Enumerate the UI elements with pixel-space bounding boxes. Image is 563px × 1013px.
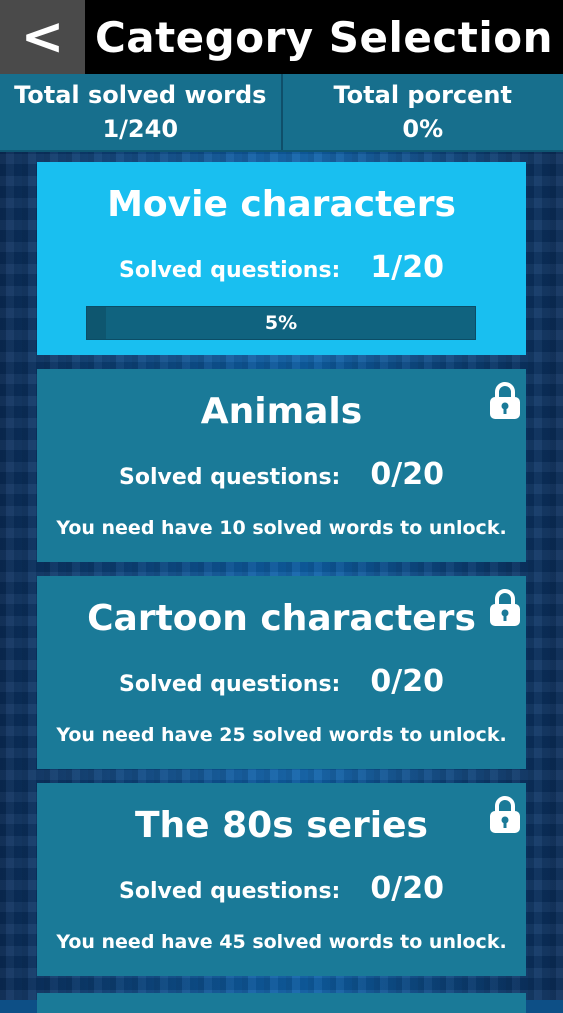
top-bar: < Category Selection bbox=[0, 0, 563, 74]
solved-value: 0/20 bbox=[370, 664, 444, 699]
total-percent-label: Total porcent bbox=[334, 78, 513, 112]
category-card-80s-series[interactable]: The 80s series Solved questions: 0/20 Yo… bbox=[37, 783, 526, 976]
category-card-movie-characters[interactable]: Movie characters Solved questions: 1/20 … bbox=[37, 162, 526, 355]
category-card-animals[interactable]: Animals Solved questions: 0/20 You need … bbox=[37, 369, 526, 562]
solved-row: Solved questions: 0/20 bbox=[37, 871, 526, 906]
progress-bar: 5% bbox=[86, 306, 476, 340]
total-solved-words: Total solved words 1/240 bbox=[0, 74, 281, 150]
solved-label: Solved questions: bbox=[119, 672, 340, 697]
category-card-cartoon-characters[interactable]: Cartoon characters Solved questions: 0/2… bbox=[37, 576, 526, 769]
unlock-requirement: You need have 25 solved words to unlock. bbox=[37, 724, 526, 746]
unlock-requirement: You need have 10 solved words to unlock. bbox=[37, 517, 526, 539]
total-percent: Total porcent 0% bbox=[281, 74, 563, 150]
page-title: Category Selection bbox=[85, 13, 563, 62]
total-solved-words-label: Total solved words bbox=[14, 78, 266, 112]
solved-row: Solved questions: 0/20 bbox=[37, 457, 526, 492]
solved-row: Solved questions: 1/20 bbox=[37, 250, 526, 285]
solved-label: Solved questions: bbox=[119, 465, 340, 490]
solved-value: 1/20 bbox=[370, 250, 444, 285]
stats-bar: Total solved words 1/240 Total porcent 0… bbox=[0, 74, 563, 152]
total-solved-words-value: 1/240 bbox=[102, 112, 178, 146]
category-title: Animals bbox=[37, 391, 526, 432]
total-percent-value: 0% bbox=[402, 112, 443, 146]
back-button[interactable]: < bbox=[0, 0, 85, 74]
solved-value: 0/20 bbox=[370, 457, 444, 492]
category-title: Movie characters bbox=[37, 184, 526, 225]
progress-text: 5% bbox=[87, 307, 475, 339]
category-title: Cartoon characters bbox=[37, 598, 526, 639]
next-category-card-partial[interactable] bbox=[37, 993, 526, 1013]
unlock-requirement: You need have 45 solved words to unlock. bbox=[37, 931, 526, 953]
solved-row: Solved questions: 0/20 bbox=[37, 664, 526, 699]
solved-label: Solved questions: bbox=[119, 258, 340, 283]
category-title: The 80s series bbox=[37, 805, 526, 846]
solved-value: 0/20 bbox=[370, 871, 444, 906]
category-list: Movie characters Solved questions: 1/20 … bbox=[37, 162, 526, 990]
solved-label: Solved questions: bbox=[119, 879, 340, 904]
